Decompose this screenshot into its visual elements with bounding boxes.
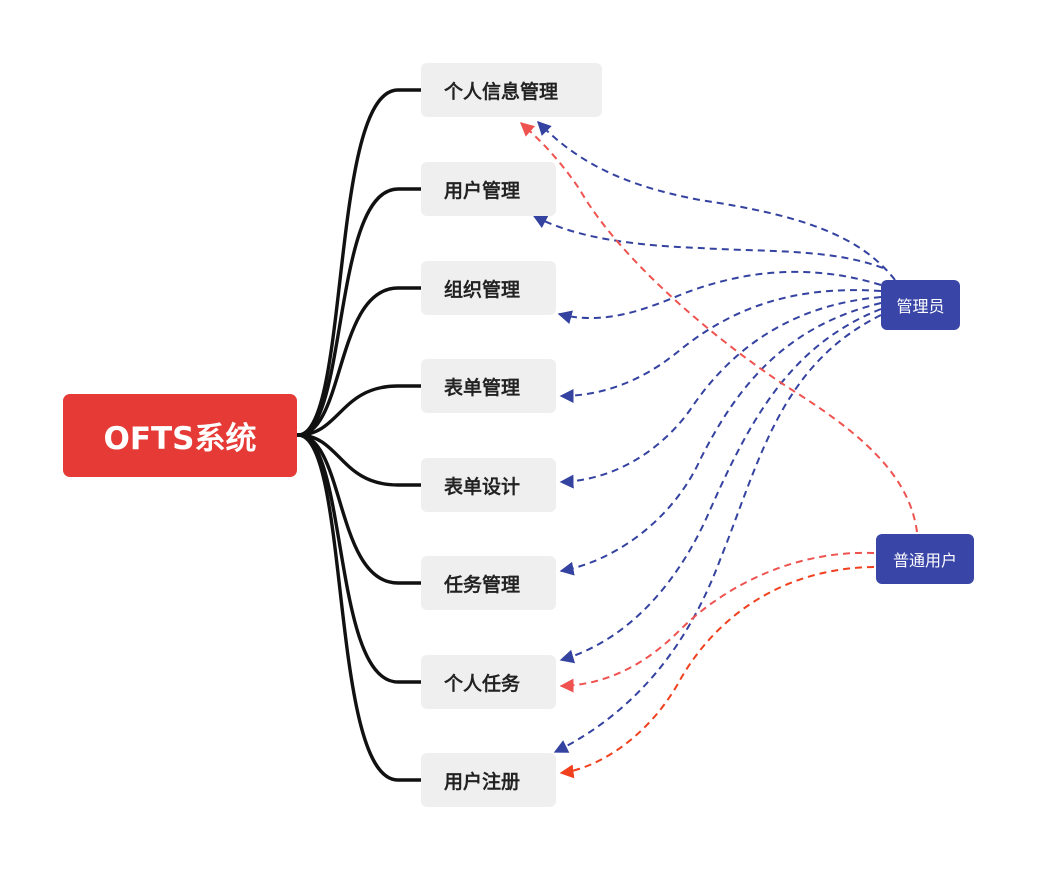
- node-personal-info[interactable]: 个人信息管理: [421, 63, 602, 117]
- root-node[interactable]: OFTS系统: [63, 394, 297, 477]
- branch-user-register: [296, 433, 423, 782]
- admin-link-task-management: [559, 302, 882, 576]
- node-personal-tasks[interactable]: 个人任务: [421, 655, 556, 709]
- admin-link-personal-info: [537, 120, 896, 281]
- user-link-personal-tasks: [559, 551, 875, 693]
- mind-map: OFTS系统 个人信息管理 用户管理 组织管理 表单管理 表单设计 任务管理 个…: [0, 0, 1037, 871]
- node-user-management[interactable]: 用户管理: [421, 162, 556, 216]
- user-link-user-register: [559, 566, 875, 779]
- node-user-register[interactable]: 用户注册: [421, 753, 556, 807]
- admin-link-form-design: [559, 296, 882, 489]
- role-admin-node[interactable]: 管理员: [881, 280, 960, 330]
- node-org-management[interactable]: 组织管理: [421, 261, 556, 315]
- user-links: [519, 122, 918, 779]
- node-task-management[interactable]: 任务管理: [421, 556, 556, 610]
- admin-link-org-management: [557, 270, 882, 325]
- node-form-management[interactable]: 表单管理: [421, 359, 556, 413]
- admin-links: [532, 120, 896, 753]
- branch-personal-info: [296, 88, 423, 437]
- node-form-design[interactable]: 表单设计: [421, 458, 556, 512]
- admin-link-user-management: [532, 215, 884, 269]
- branch-personal-tasks: [296, 433, 423, 684]
- tree-branches: [296, 88, 423, 782]
- admin-link-user-register: [553, 314, 882, 753]
- admin-link-personal-tasks: [559, 308, 882, 664]
- role-user-node[interactable]: 普通用户: [876, 534, 974, 584]
